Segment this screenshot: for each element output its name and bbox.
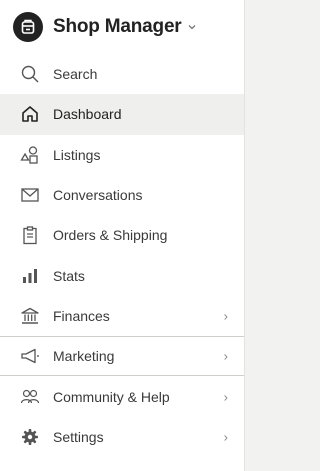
shop-logo-icon <box>13 12 43 42</box>
sidebar-item-label: Search <box>53 66 98 83</box>
home-icon <box>19 103 41 125</box>
chevron-right-icon: › <box>223 348 228 364</box>
sidebar-item-label: Conversations <box>53 187 143 204</box>
chevron-right-icon: › <box>223 389 228 405</box>
shop-manager-header[interactable]: Shop Manager <box>0 0 244 54</box>
sidebar-item-conversations[interactable]: Conversations <box>0 175 244 215</box>
caret-down-icon <box>188 24 196 30</box>
sidebar-item-community[interactable]: Community & Help › <box>0 376 244 416</box>
sidebar-item-finances[interactable]: Finances › <box>0 296 244 336</box>
sidebar-item-label: Dashboard <box>53 106 122 123</box>
sidebar-item-dashboard[interactable]: Dashboard <box>0 94 244 135</box>
sidebar-item-label: Settings <box>53 428 104 445</box>
sidebar-item-stats[interactable]: Stats <box>0 255 244 295</box>
search-icon <box>19 63 41 85</box>
bank-icon <box>19 305 41 327</box>
shapes-icon <box>19 144 41 166</box>
sidebar-item-listings[interactable]: Listings <box>0 135 244 175</box>
gear-icon <box>19 426 41 448</box>
sidebar-item-settings[interactable]: Settings › <box>0 417 244 457</box>
page-title: Shop Manager <box>53 16 182 37</box>
sidebar-item-label: Orders & Shipping <box>53 227 168 244</box>
mail-icon <box>19 184 41 206</box>
sidebar: Shop Manager Search Dashboard Listings C… <box>0 0 245 471</box>
megaphone-icon <box>19 345 41 367</box>
chevron-right-icon: › <box>223 429 228 445</box>
people-icon <box>19 386 41 408</box>
sidebar-item-label: Finances <box>53 307 110 324</box>
chevron-right-icon: › <box>223 308 228 324</box>
sidebar-item-label: Community & Help <box>53 388 170 405</box>
sidebar-item-label: Marketing <box>53 348 115 365</box>
bar-chart-icon <box>19 265 41 287</box>
sidebar-nav: Search Dashboard Listings Conversations <box>0 54 244 457</box>
sidebar-item-orders[interactable]: Orders & Shipping <box>0 215 244 255</box>
sidebar-item-search[interactable]: Search <box>0 54 244 94</box>
sidebar-item-label: Listings <box>53 146 101 163</box>
sidebar-item-label: Stats <box>53 267 85 284</box>
sidebar-item-marketing[interactable]: Marketing › <box>0 336 244 377</box>
clipboard-icon <box>19 224 41 246</box>
